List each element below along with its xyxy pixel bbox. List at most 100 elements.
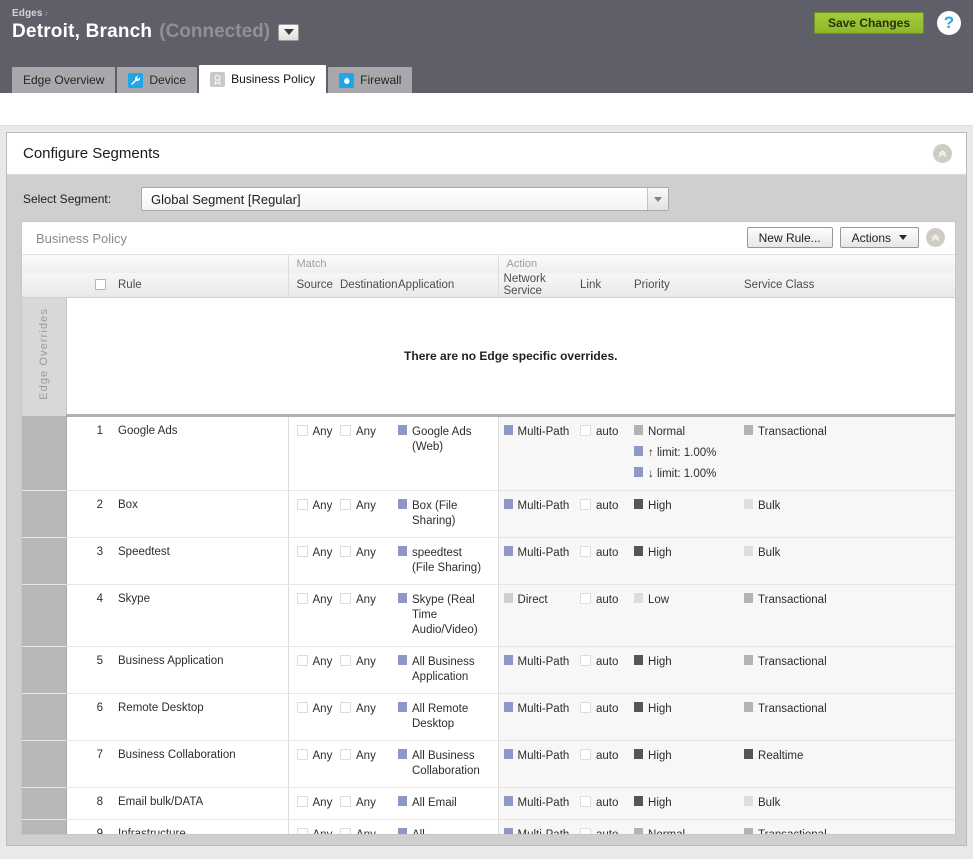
- col-application[interactable]: Application: [398, 273, 499, 298]
- rule-network-service: Multi-Path: [497, 537, 581, 585]
- help-icon[interactable]: ?: [937, 11, 961, 35]
- table-row[interactable]: 5 Business Application Any Any All Business …: [22, 646, 955, 694]
- new-rule-button[interactable]: New Rule...: [746, 227, 833, 248]
- color-swatch: [634, 546, 644, 556]
- table-row[interactable]: 7 Business Collaboration Any Any All Busines…: [22, 740, 955, 788]
- col-service-class[interactable]: Service Class: [744, 273, 955, 298]
- save-changes-button[interactable]: Save Changes: [813, 12, 924, 34]
- tab-device[interactable]: Device: [117, 67, 198, 93]
- table-row[interactable]: 2 Box Any Any Box (File Sharing) Multi-Path au…: [22, 490, 955, 538]
- tab-firewall[interactable]: Firewall: [328, 67, 413, 93]
- color-swatch: [634, 593, 644, 603]
- rule-name[interactable]: Remote Desktop: [112, 693, 288, 741]
- chevron-down-icon: [654, 196, 662, 202]
- link-auto-checkbox[interactable]: [580, 702, 592, 713]
- source-checkbox[interactable]: [296, 546, 308, 557]
- rule-name[interactable]: Business Collaboration: [112, 740, 288, 788]
- destination-checkbox[interactable]: [340, 655, 351, 666]
- link-auto-checkbox[interactable]: [580, 425, 592, 436]
- segment-select-arrow[interactable]: [647, 188, 668, 210]
- source-checkbox[interactable]: [296, 828, 308, 834]
- rule-number: 8: [65, 787, 112, 820]
- link-auto-checkbox[interactable]: [580, 546, 592, 557]
- col-source[interactable]: Source: [287, 273, 340, 298]
- link-auto-checkbox[interactable]: [580, 655, 592, 666]
- destination-checkbox[interactable]: [340, 499, 351, 510]
- business-policy-table-wrap[interactable]: Match Action Rule Source Destination App…: [22, 255, 955, 834]
- link-auto-checkbox[interactable]: [580, 499, 592, 510]
- actions-button[interactable]: Actions: [839, 227, 919, 248]
- rule-priority: High: [634, 740, 745, 788]
- panel-collapse-button[interactable]: [933, 144, 952, 163]
- link-auto-checkbox[interactable]: [580, 828, 592, 834]
- table-row[interactable]: 8 Email bulk/DATA Any Any All Email Multi-Pat…: [22, 787, 955, 820]
- rule-priority: High: [634, 537, 745, 585]
- rule-number: 3: [65, 537, 112, 585]
- source-checkbox[interactable]: [296, 499, 308, 510]
- color-swatch: [634, 655, 644, 665]
- select-all-checkbox-cell[interactable]: [66, 273, 112, 298]
- double-chevron-up-icon: [938, 150, 947, 157]
- destination-checkbox[interactable]: [340, 749, 351, 760]
- source-checkbox[interactable]: [296, 425, 308, 436]
- link-auto-checkbox[interactable]: [580, 796, 592, 807]
- table-row[interactable]: 9InfrastructureAnyAnyAll InfrastructureM…: [22, 819, 955, 834]
- source-checkbox[interactable]: [296, 593, 308, 604]
- tab-label: Device: [149, 73, 187, 87]
- destination-checkbox[interactable]: [340, 702, 351, 713]
- select-all-checkbox[interactable]: [95, 278, 106, 290]
- destination-checkbox[interactable]: [340, 796, 351, 807]
- breadcrumb-parent[interactable]: Edges: [12, 8, 43, 19]
- source-checkbox[interactable]: [296, 702, 308, 713]
- col-link[interactable]: Link: [580, 273, 635, 298]
- color-swatch: [398, 593, 407, 603]
- rule-link: auto: [580, 584, 635, 647]
- destination-checkbox[interactable]: [340, 828, 351, 834]
- destination-checkbox[interactable]: [340, 593, 351, 604]
- color-swatch: [634, 828, 644, 834]
- tab-label: Business Policy: [231, 72, 316, 86]
- rule-name[interactable]: Speedtest: [112, 537, 288, 585]
- destination-checkbox[interactable]: [340, 546, 351, 557]
- table-row[interactable]: 1 Google Ads Any Any Google Ads (Web) Multi-P…: [22, 415, 955, 491]
- table-row[interactable]: 3 Speedtest Any Any speedtest (File Sharing)…: [22, 537, 955, 585]
- table-row[interactable]: 6 Remote Desktop Any Any All Remote Desktop M…: [22, 693, 955, 741]
- segment-label: Select Segment:: [23, 192, 112, 206]
- rule-name[interactable]: Email bulk/DATA: [112, 787, 288, 820]
- rule-priority: High: [634, 787, 745, 820]
- table-row[interactable]: 4 Skype Any Any Skype (Real Time Audio/Video…: [22, 584, 955, 647]
- tab-business-policy[interactable]: Business Policy: [199, 65, 327, 93]
- service-class-label: Bulk: [758, 797, 781, 809]
- business-policy-header: Business Policy New Rule... Actions: [22, 222, 955, 255]
- segment-select[interactable]: Global Segment [Regular]: [141, 187, 669, 211]
- destination-checkbox[interactable]: [340, 425, 351, 436]
- col-destination[interactable]: Destination: [340, 273, 398, 298]
- col-rule[interactable]: Rule: [112, 273, 288, 298]
- col-network-service[interactable]: Network Service: [497, 273, 581, 298]
- color-swatch: [398, 749, 407, 759]
- business-policy-collapse-button[interactable]: [926, 228, 945, 247]
- rule-name[interactable]: Google Ads: [112, 415, 288, 491]
- service-class-label: Transactional: [758, 703, 827, 715]
- source-checkbox[interactable]: [296, 749, 308, 760]
- color-swatch: [398, 499, 407, 509]
- edge-overrides-sidebar: Edge Overrides: [22, 297, 67, 416]
- source-checkbox[interactable]: [296, 655, 308, 666]
- rule-name[interactable]: Box: [112, 490, 288, 538]
- rule-name[interactable]: Skype: [112, 584, 288, 647]
- source-checkbox[interactable]: [296, 796, 308, 807]
- table-column-header-row: Rule Source Destination Application Netw…: [22, 273, 955, 298]
- tab-label: Firewall: [360, 73, 402, 87]
- edge-selector-dropdown-button[interactable]: [278, 23, 300, 41]
- col-priority[interactable]: Priority: [634, 273, 745, 298]
- rule-link: auto: [580, 415, 635, 491]
- rule-name[interactable]: Business Application: [112, 646, 288, 694]
- tab-edge-overview[interactable]: Edge Overview: [12, 67, 116, 93]
- rule-service-class: Transactional: [744, 646, 955, 694]
- network-service-label: Multi-Path: [517, 797, 570, 809]
- link-auto-checkbox[interactable]: [580, 749, 592, 760]
- link-auto-checkbox[interactable]: [580, 593, 592, 604]
- priority-label: Low: [648, 594, 670, 606]
- rule-name[interactable]: Infrastructure: [112, 819, 288, 834]
- business-policy-title: Business Policy: [36, 230, 128, 246]
